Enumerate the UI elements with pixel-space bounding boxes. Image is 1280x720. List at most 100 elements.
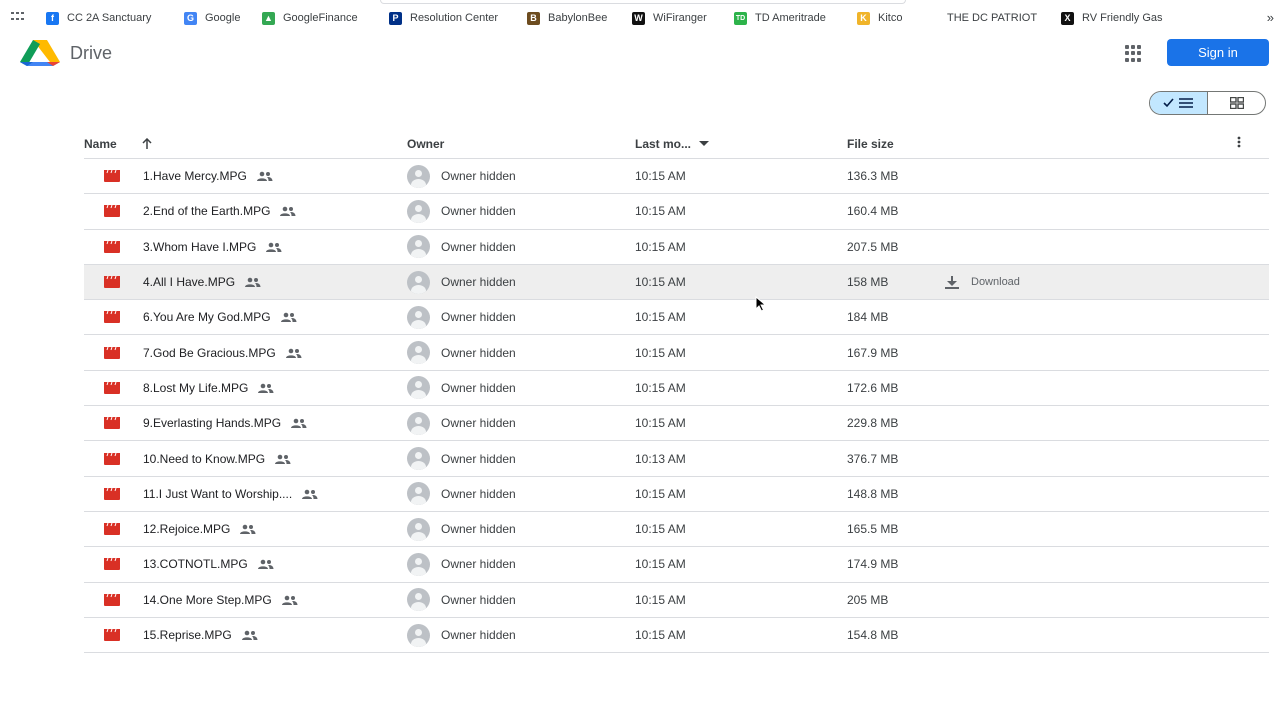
file-size-cell: 376.7 MB <box>847 451 899 466</box>
table-row[interactable]: 11.I Just Want to Worship.... Owner hidde… <box>84 477 1269 512</box>
owner-label: Owner hidden <box>441 628 516 642</box>
table-row[interactable]: 12.Rejoice.MPG Owner hidden 10:15 AM 165.5 … <box>84 512 1269 548</box>
download-button[interactable]: Download <box>944 265 1020 299</box>
file-size-cell: 205 MB <box>847 592 889 607</box>
owner-cell: Owner hidden <box>407 371 516 405</box>
file-name: 12.Rejoice.MPG <box>143 522 231 537</box>
bookmark-label: Resolution Center <box>410 12 499 24</box>
shared-icon <box>290 418 307 429</box>
file-name-cell[interactable]: 12.Rejoice.MPG <box>143 512 256 546</box>
column-owner-label: Owner <box>407 137 445 151</box>
avatar <box>407 447 430 471</box>
file-size-cell: 158 MB <box>847 275 889 290</box>
bookmark-item[interactable]: G Google <box>184 11 240 25</box>
owner-cell: Owner hidden <box>407 512 516 546</box>
video-file-icon <box>104 265 120 299</box>
owner-label: Owner hidden <box>441 522 516 537</box>
file-name-cell[interactable]: 10.Need to Know.MPG <box>143 441 291 475</box>
drive-logo-icon[interactable] <box>20 40 60 66</box>
grid-view-button[interactable] <box>1208 92 1265 114</box>
file-size-cell: 229.8 MB <box>847 416 899 431</box>
last-modified-cell: 10:15 AM <box>635 557 686 572</box>
table-row[interactable]: 6.You Are My God.MPG Owner hidden 10:15 AM… <box>84 300 1269 336</box>
drive-title[interactable]: Drive <box>70 43 112 64</box>
file-size-cell: 154.8 MB <box>847 628 899 642</box>
file-name: 14.One More Step.MPG <box>143 592 272 607</box>
file-name-cell[interactable]: 2.End of the Earth.MPG <box>143 194 296 228</box>
shared-icon <box>301 489 318 499</box>
bookmark-item[interactable]: W WiFiranger <box>632 11 707 25</box>
file-name-cell[interactable]: 6.You Are My God.MPG <box>143 300 297 334</box>
file-name-cell[interactable]: 8.Lost My Life.MPG <box>143 371 274 405</box>
table-row[interactable]: 8.Lost My Life.MPG Owner hidden 10:15 AM 17… <box>84 371 1269 407</box>
sign-in-button[interactable]: Sign in <box>1167 39 1269 66</box>
file-name-cell[interactable]: 4.All I Have.MPG <box>143 265 261 299</box>
table-row[interactable]: 2.End of the Earth.MPG Owner hidden 10:15 … <box>84 194 1269 230</box>
google-finance-icon: ▲ <box>262 11 275 25</box>
avatar <box>407 482 430 506</box>
file-size-cell: 174.9 MB <box>847 557 899 572</box>
video-file-icon <box>104 477 120 511</box>
column-owner[interactable]: Owner <box>407 137 444 151</box>
column-file-size[interactable]: File size <box>847 137 894 151</box>
table-row[interactable]: 15.Reprise.MPG Owner hidden 10:15 AM 154.8 … <box>84 618 1269 654</box>
avatar <box>407 588 430 612</box>
column-name[interactable]: Name <box>84 137 153 151</box>
table-row[interactable]: 3.Whom Have I.MPG Owner hidden 10:15 AM 207… <box>84 230 1269 265</box>
bookmarks-overflow-icon[interactable]: » <box>1267 10 1274 25</box>
grid-view-icon <box>1229 97 1244 109</box>
bookmark-item[interactable]: K Kitco <box>857 11 902 25</box>
bookmark-item[interactable]: f CC 2A Sanctuary <box>46 11 151 25</box>
wifiranger-icon: W <box>632 11 645 25</box>
video-file-icon <box>104 512 120 546</box>
file-name-cell[interactable]: 7.God Be Gracious.MPG <box>143 335 302 369</box>
file-size-cell: 136.3 MB <box>847 169 899 184</box>
babylonbee-icon: B <box>527 11 540 25</box>
bookmark-label: TD Ameritrade <box>755 12 826 24</box>
bookmark-item[interactable]: B BabylonBee <box>527 11 607 25</box>
x-icon: X <box>1061 11 1074 25</box>
video-file-icon <box>104 406 120 440</box>
owner-label: Owner hidden <box>441 275 516 290</box>
file-name-cell[interactable]: 1.Have Mercy.MPG <box>143 159 273 193</box>
table-row[interactable]: 10.Need to Know.MPG Owner hidden 10:13 AM 3… <box>84 441 1269 477</box>
table-row[interactable]: 14.One More Step.MPG Owner hidden 10:15 AM… <box>84 583 1269 618</box>
column-last-modified[interactable]: Last mo... <box>635 137 710 151</box>
bookmark-item[interactable]: ▲ GoogleFinance <box>262 11 358 25</box>
bookmark-item[interactable]: TD TD Ameritrade <box>734 11 826 25</box>
file-name: 9.Everlasting Hands.MPG <box>143 416 282 431</box>
bookmark-item[interactable]: P Resolution Center <box>389 11 498 25</box>
tab-strip-edge <box>380 0 906 4</box>
sort-ascending-icon[interactable] <box>141 138 153 150</box>
last-modified-cell: 10:15 AM <box>635 345 686 360</box>
table-row[interactable]: 9.Everlasting Hands.MPG Owner hidden 10:15… <box>84 406 1269 442</box>
avatar <box>407 199 430 223</box>
file-size-cell: 172.6 MB <box>847 380 899 395</box>
owner-label: Owner hidden <box>441 416 516 431</box>
table-row[interactable]: 7.God Be Gracious.MPG Owner hidden 10:15 A… <box>84 335 1269 371</box>
google-apps-icon[interactable] <box>1125 45 1142 62</box>
file-name-cell[interactable]: 11.I Just Want to Worship.... <box>143 477 318 511</box>
file-name: 1.Have Mercy.MPG <box>143 169 247 184</box>
file-name-cell[interactable]: 14.One More Step.MPG <box>143 583 298 617</box>
download-label: Download <box>971 276 1020 289</box>
owner-cell: Owner hidden <box>407 335 516 369</box>
file-name-cell[interactable]: 13.COTNOTL.MPG <box>143 547 274 581</box>
file-name-cell[interactable]: 15.Reprise.MPG <box>143 618 258 652</box>
table-row[interactable]: 13.COTNOTL.MPG Owner hidden 10:15 AM 174.9 … <box>84 547 1269 583</box>
owner-label: Owner hidden <box>441 169 516 184</box>
more-options-icon[interactable] <box>1237 135 1241 149</box>
avatar <box>407 517 430 541</box>
file-name: 11.I Just Want to Worship.... <box>143 486 293 501</box>
file-name-cell[interactable]: 9.Everlasting Hands.MPG <box>143 406 307 440</box>
shared-icon <box>279 206 296 217</box>
file-name-cell[interactable]: 3.Whom Have I.MPG <box>143 230 282 264</box>
table-row[interactable]: 4.All I Have.MPG Owner hidden 10:15 AM 158 … <box>84 264 1269 301</box>
list-view-button[interactable] <box>1150 92 1208 114</box>
table-row[interactable]: 1.Have Mercy.MPG Owner hidden 10:15 AM 136.… <box>84 159 1269 195</box>
apps-shortcut-icon[interactable] <box>11 12 25 22</box>
caret-down-icon[interactable] <box>699 141 710 147</box>
bookmark-item[interactable]: THE DC PATRIOT <box>947 11 1037 25</box>
bookmark-item[interactable]: X RV Friendly Gas <box>1061 11 1163 25</box>
video-file-icon <box>104 194 120 228</box>
